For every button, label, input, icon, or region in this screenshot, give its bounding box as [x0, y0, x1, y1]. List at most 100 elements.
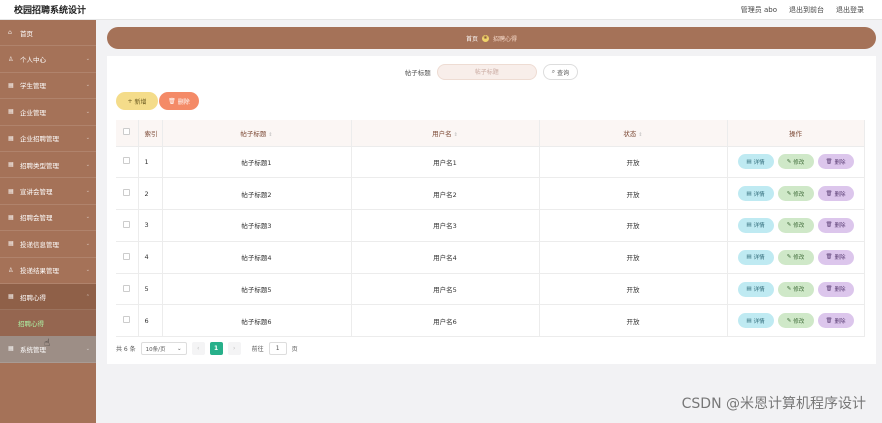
trash-icon: 🗑 — [825, 222, 833, 229]
sidebar-item-profile[interactable]: ♙ 个人中心 ⌄ — [0, 46, 96, 73]
hand-cursor-icon: ☝ — [44, 338, 51, 350]
page-suffix: 页 — [291, 346, 298, 353]
sidebar-item-companies[interactable]: ▦ 企业管理 ⌄ — [0, 99, 96, 126]
chevron-up-icon: ⌃ — [85, 293, 90, 300]
delete-button[interactable]: 🗑 删除 — [817, 217, 854, 233]
data-table: 索引 帖子标题 ⇕ 用户名 ⇕ 状态 ⇕ 操作 1 帖子标题1 用户名1 开放 ▤ 详情… — [116, 120, 865, 338]
sidebar-item-label: 企业招聘管理 — [20, 135, 59, 144]
sidebar-item-label: 系统管理 — [20, 345, 46, 354]
sidebar-item-label: 招聘类型管理 — [20, 161, 59, 170]
query-button[interactable]: ⌕ 查询 — [542, 64, 579, 80]
grid-icon: ▦ — [8, 345, 14, 353]
trash-icon: 🗑 — [825, 190, 833, 197]
table-row: 2 帖子标题2 用户名2 开放 ▤ 详情 ✎ 修改 🗑 删除 — [116, 177, 865, 211]
sidebar-item-label: 投递结果管理 — [20, 267, 59, 276]
sort-icon[interactable]: ⇕ — [638, 132, 642, 138]
sort-icon[interactable]: ⇕ — [454, 132, 458, 138]
action-buttons: + 新增 🗑 删除 — [116, 92, 199, 110]
page-size-select[interactable]: 10条/页 ⌄ — [140, 342, 187, 355]
logout-link[interactable]: 退出登录 — [836, 5, 864, 15]
delete-button[interactable]: 🗑 删除 — [817, 186, 854, 202]
sidebar-item-recruit-types[interactable]: ▦ 招聘类型管理 ⌄ — [0, 152, 96, 179]
row-user: 用户名6 — [351, 304, 540, 338]
row-checkbox[interactable] — [123, 252, 131, 260]
edit-button[interactable]: ✎ 修改 — [777, 313, 814, 329]
row-index: 5 — [138, 273, 163, 306]
delete-button[interactable]: 🗑 删除 — [817, 154, 854, 170]
delete-button[interactable]: 🗑 删除 — [817, 281, 854, 297]
column-header-title[interactable]: 帖子标题 ⇕ — [162, 120, 352, 147]
trash-icon: 🗑 — [825, 317, 833, 324]
row-user: 用户名5 — [351, 273, 540, 306]
prev-page-button[interactable]: ‹ — [191, 342, 205, 355]
table-row: 1 帖子标题1 用户名1 开放 ▤ 详情 ✎ 修改 🗑 删除 — [116, 146, 865, 179]
edit-button[interactable]: ✎ 修改 — [777, 154, 814, 170]
edit-button[interactable]: ✎ 修改 — [777, 186, 814, 202]
search-input[interactable] — [436, 64, 537, 80]
trash-icon: 🗑 — [825, 158, 833, 165]
edit-button[interactable]: ✎ 修改 — [777, 217, 814, 233]
top-bar: 校园招聘系统设计 管理员 abo 退出到前台 退出登录 — [0, 0, 882, 20]
home-icon: ⌂ — [8, 29, 12, 37]
breadcrumb-separator-icon: ❀ — [482, 34, 489, 42]
grid-icon: ▦ — [8, 187, 14, 195]
goto-page-input[interactable]: 1 — [268, 342, 287, 355]
breadcrumb-home[interactable]: 首页 — [466, 34, 478, 43]
row-actions: ▤ 详情 ✎ 修改 🗑 删除 — [728, 154, 864, 170]
document-icon: ▤ — [746, 254, 752, 261]
row-checkbox[interactable] — [123, 316, 131, 324]
column-header-user[interactable]: 用户名 ⇕ — [351, 120, 540, 147]
row-index: 1 — [138, 146, 163, 179]
search-icon: ⌕ — [551, 68, 556, 75]
user-icon: ♙ — [8, 55, 14, 63]
detail-button[interactable]: ▤ 详情 — [737, 249, 774, 265]
sidebar-item-label: 招聘心得 — [20, 293, 46, 302]
row-checkbox[interactable] — [123, 220, 131, 228]
sidebar-item-company-recruit[interactable]: ▦ 企业招聘管理 ⌄ — [0, 126, 96, 152]
batch-delete-button[interactable]: 🗑 删除 — [159, 92, 199, 110]
select-all-checkbox[interactable] — [123, 128, 131, 136]
sidebar-item-system[interactable]: ▦ 系统管理 ⌄ ☝ — [0, 336, 96, 363]
pencil-icon: ✎ — [786, 190, 792, 197]
delete-button[interactable]: 🗑 删除 — [817, 249, 854, 265]
goto-label: 前往 — [251, 346, 264, 353]
trash-icon: 🗑 — [825, 286, 833, 293]
chevron-down-icon: ⌄ — [85, 82, 90, 89]
table-row: 5 帖子标题5 用户名5 开放 ▤ 详情 ✎ 修改 🗑 删除 — [116, 273, 865, 306]
row-checkbox[interactable] — [123, 284, 131, 292]
next-page-button[interactable]: › — [227, 342, 241, 355]
total-count: 共 6 条 — [116, 346, 136, 353]
page-number-current[interactable]: 1 — [209, 342, 223, 355]
detail-button[interactable]: ▤ 详情 — [737, 281, 774, 297]
row-checkbox[interactable] — [123, 189, 131, 197]
sidebar-item-applications[interactable]: ▦ 投递信息管理 ⌄ — [0, 231, 96, 258]
top-links: 管理员 abo 退出到前台 退出登录 — [741, 5, 864, 15]
sidebar-item-results[interactable]: ♙ 投递结果管理 ⌄ — [0, 258, 96, 284]
breadcrumb-current: 招聘心得 — [493, 35, 518, 43]
admin-user-label: 管理员 abo — [740, 5, 777, 14]
column-header-status[interactable]: 状态 ⇕ — [539, 120, 728, 147]
sidebar-item-job-fairs[interactable]: ▦ 招聘会管理 ⌄ — [0, 205, 96, 232]
row-checkbox[interactable] — [123, 157, 131, 165]
add-button[interactable]: + 新增 — [116, 92, 158, 110]
table-row: 6 帖子标题6 用户名6 开放 ▤ 详情 ✎ 修改 🗑 删除 — [116, 304, 865, 338]
edit-button[interactable]: ✎ 修改 — [777, 249, 814, 265]
detail-button[interactable]: ▤ 详情 — [737, 186, 774, 202]
sidebar-item-students[interactable]: ▦ 学生管理 ⌄ — [0, 73, 96, 100]
chevron-down-icon: ⌄ — [177, 345, 182, 352]
sidebar-item-seminars[interactable]: ▦ 宣讲会管理 ⌄ — [0, 178, 96, 205]
delete-button[interactable]: 🗑 删除 — [817, 313, 854, 329]
grid-icon: ▦ — [8, 134, 14, 142]
grid-icon: ▦ — [8, 240, 14, 248]
detail-button[interactable]: ▤ 详情 — [737, 154, 774, 170]
exit-to-front-link[interactable]: 退出到前台 — [789, 5, 824, 15]
sidebar-item-experiences[interactable]: ▦ 招聘心得 ⌃ — [0, 283, 96, 311]
submenu-item-experiences[interactable]: 招聘心得 — [0, 310, 96, 337]
edit-button[interactable]: ✎ 修改 — [777, 281, 814, 297]
sort-icon[interactable]: ⇕ — [268, 132, 272, 138]
row-user: 用户名1 — [351, 146, 540, 179]
sidebar-item-home[interactable]: ⌂ 首页 — [0, 20, 96, 47]
detail-button[interactable]: ▤ 详情 — [737, 313, 774, 329]
detail-button[interactable]: ▤ 详情 — [737, 217, 774, 233]
row-actions: ▤ 详情 ✎ 修改 🗑 删除 — [728, 281, 864, 297]
